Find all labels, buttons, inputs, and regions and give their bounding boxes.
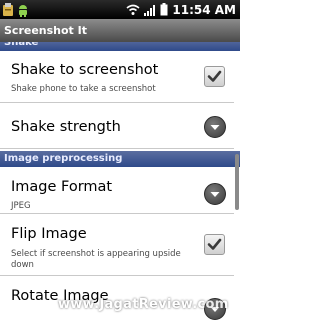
app-title: Screenshot It (0, 19, 240, 42)
image-format-dropdown[interactable] (204, 183, 226, 205)
pref-summary: JPEG (11, 201, 31, 211)
checkmark-icon (207, 238, 222, 250)
pref-title: Flip Image (11, 226, 87, 242)
signal-icon (144, 4, 156, 16)
pref-title: Shake strength (11, 119, 121, 135)
category-header-shake: Shake (0, 42, 240, 51)
divider (0, 148, 234, 149)
pref-title: Image Format (11, 179, 113, 195)
preference-list[interactable]: Shake Shake to screenshot Shake phone to… (0, 42, 240, 320)
watermark: www.JagatReview.com (58, 297, 229, 312)
pref-shake-strength[interactable]: Shake strength (0, 103, 240, 149)
scrollbar[interactable] (235, 154, 239, 210)
usb-icon (3, 2, 13, 16)
flip-image-checkbox[interactable] (204, 234, 225, 255)
shake-strength-dropdown[interactable] (204, 116, 226, 138)
shake-to-screenshot-checkbox[interactable] (204, 66, 225, 87)
pref-summary: Select if screenshot is appearing upside… (11, 249, 181, 270)
pref-title: Shake to screenshot (11, 62, 159, 78)
status-time: 11:54 AM (172, 2, 236, 17)
pref-summary: Shake phone to take a screenshot (11, 84, 156, 94)
pref-flip-image[interactable]: Flip Image Select if screenshot is appea… (0, 214, 240, 276)
category-header-image-preprocessing: Image preprocessing (0, 151, 240, 167)
chevron-down-icon (210, 192, 220, 197)
chevron-down-icon (210, 125, 220, 130)
android-icon (19, 4, 27, 17)
checkmark-icon (207, 70, 222, 82)
pref-image-format[interactable]: Image Format JPEG (0, 167, 240, 214)
wifi-icon (126, 4, 140, 15)
pref-shake-to-screenshot[interactable]: Shake to screenshot Shake phone to take … (0, 51, 240, 102)
status-bar: 11:54 AM (0, 0, 240, 19)
battery-icon (160, 3, 168, 16)
